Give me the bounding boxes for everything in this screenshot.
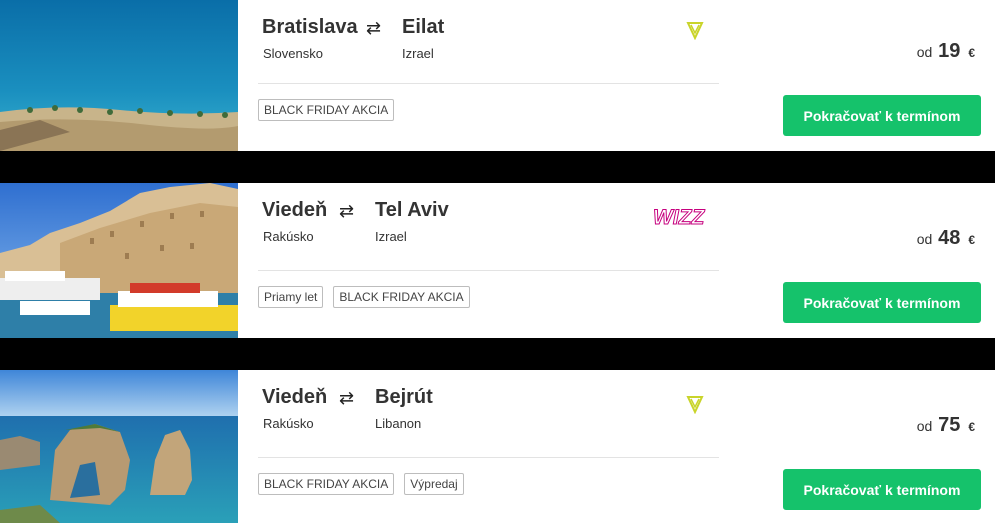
tag-list: Priamy let BLACK FRIDAY AKCIA (258, 286, 470, 308)
destination-photo[interactable] (0, 0, 238, 151)
destination-country: Libanon (375, 416, 422, 431)
price-currency: € (968, 420, 975, 434)
divider (258, 457, 719, 458)
price-amount: 48 (938, 227, 961, 249)
price: od 19 € (917, 40, 975, 63)
origin-city: Bratislava (262, 16, 358, 38)
flight-deals-list: Bratislava Slovensko ⇄ Eilat Izrael od 1… (0, 0, 995, 523)
round-trip-arrows-icon: ⇄ (366, 18, 382, 38)
tag-badge: BLACK FRIDAY AKCIA (333, 286, 470, 308)
price-amount: 75 (938, 414, 961, 436)
continue-to-dates-button[interactable]: Pokračovať k termínom (783, 469, 981, 510)
origin-city: Viedeň (262, 386, 328, 408)
wizz-air-logo: WIZZ (652, 205, 710, 234)
destination-city: Eilat (402, 16, 445, 38)
continue-to-dates-button[interactable]: Pokračovať k termínom (783, 95, 981, 136)
flight-card: Bratislava Slovensko ⇄ Eilat Izrael od 1… (0, 0, 995, 151)
ryanair-harp-icon (686, 20, 704, 45)
tag-badge: Výpredaj (404, 473, 464, 495)
flight-card: Viedeň Rakúsko ⇄ Bejrút Libanon od 75 € … (0, 370, 995, 523)
price: od 48 € (917, 227, 975, 250)
destination-country: Izrael (402, 46, 434, 61)
price-prefix: od (916, 231, 933, 247)
origin-country: Rakúsko (263, 416, 314, 431)
round-trip-arrows-icon: ⇄ (339, 201, 355, 221)
continue-to-dates-button[interactable]: Pokračovať k termínom (783, 282, 981, 323)
price-currency: € (968, 46, 975, 60)
price-prefix: od (916, 418, 933, 434)
wizz-logo-text: WIZZ (653, 206, 705, 229)
origin-country: Rakúsko (263, 229, 314, 244)
tag-badge: Priamy let (258, 286, 324, 308)
destination-photo[interactable] (0, 183, 238, 338)
price-currency: € (968, 233, 975, 247)
price-amount: 19 (938, 40, 961, 62)
tag-list: BLACK FRIDAY AKCIA Výpredaj (258, 473, 464, 495)
tag-badge: BLACK FRIDAY AKCIA (258, 473, 395, 495)
tag-badge: BLACK FRIDAY AKCIA (258, 99, 395, 121)
origin-city: Viedeň (262, 199, 328, 221)
tag-list: BLACK FRIDAY AKCIA (258, 99, 395, 121)
destination-photo[interactable] (0, 370, 238, 523)
ryanair-harp-icon (686, 394, 704, 419)
divider (258, 83, 719, 84)
destination-city: Tel Aviv (375, 199, 449, 221)
price-prefix: od (916, 44, 933, 60)
round-trip-arrows-icon: ⇄ (339, 388, 355, 408)
destination-city: Bejrút (375, 386, 433, 408)
origin-country: Slovensko (263, 46, 323, 61)
divider (258, 270, 719, 271)
price: od 75 € (917, 414, 975, 437)
destination-country: Izrael (375, 229, 407, 244)
flight-card: Viedeň Rakúsko ⇄ Tel Aviv Izrael WIZZ od… (0, 183, 995, 338)
